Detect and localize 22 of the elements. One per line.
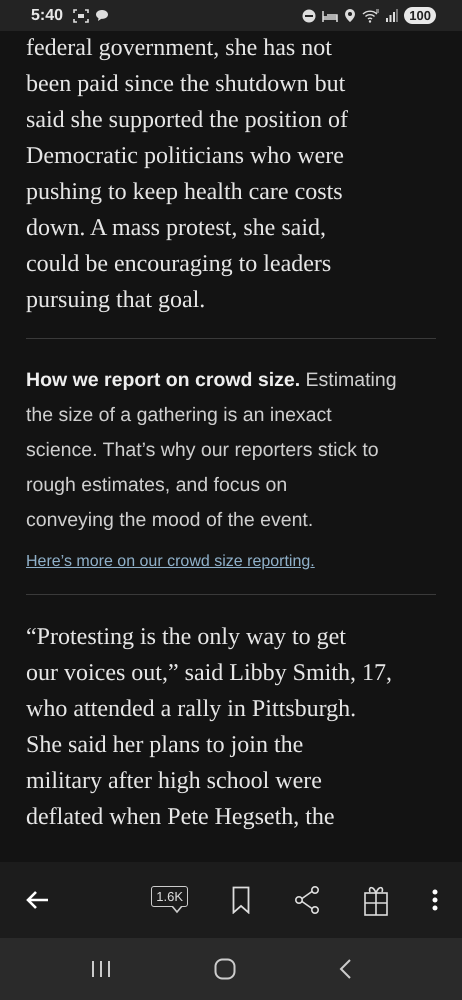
do-not-disturb-icon xyxy=(302,8,316,22)
crowd-size-note: How we report on crowd size. Estimating the size of a gathering is an inexact science. That’s why our reporters stick to rough estimates, and focus on conveying the mood of the event. xyxy=(26,368,398,533)
signal-icon xyxy=(386,9,398,22)
article-paragraph: federal government, she has not been paid since the shutdown but said she supported the position of Democratic politicians who were pushing to keep health care costs down. A mass protest, she said, could be encouraging to leaders pursuing that goal. xyxy=(26,34,349,315)
share-icon[interactable] xyxy=(294,885,320,915)
bed-icon xyxy=(322,8,338,22)
location-pin-icon xyxy=(344,8,356,23)
chat-bubble-icon xyxy=(95,9,110,22)
speech-tail-icon xyxy=(171,906,184,914)
article-paragraph: “Protesting is the only way to get our voices out,” said Libby Smith, 17, who attended a rally in Pittsburgh. She said her plans to join the military after high school were deflated when Pete Hegseth, the xyxy=(26,623,393,832)
back-chevron-icon[interactable] xyxy=(338,959,351,979)
screenshot-icon xyxy=(73,8,90,22)
bookmark-icon[interactable] xyxy=(232,886,250,914)
more-options-icon[interactable] xyxy=(432,889,438,911)
recent-apps-icon[interactable] xyxy=(91,960,112,978)
battery-level: 100 xyxy=(404,7,436,24)
home-button-icon[interactable] xyxy=(214,958,236,980)
crowd-size-link[interactable]: Here’s more on our crowd size reporting. xyxy=(26,552,315,572)
clock-time: 5:40 xyxy=(31,6,64,24)
gift-icon[interactable] xyxy=(364,884,388,916)
back-arrow-icon[interactable] xyxy=(26,890,50,910)
wifi-icon xyxy=(362,8,380,22)
